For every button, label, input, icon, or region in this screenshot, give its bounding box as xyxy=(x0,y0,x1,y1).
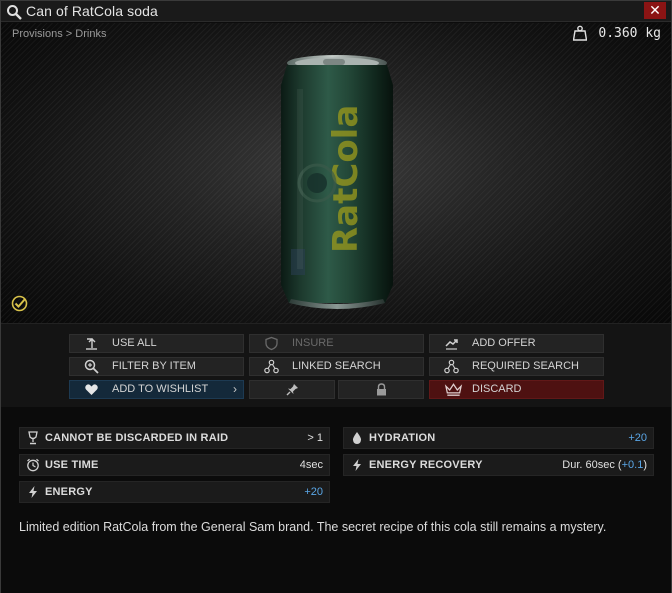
stat-label: ENERGY RECOVERY xyxy=(369,459,483,471)
insure-label: INSURE xyxy=(292,337,334,349)
stat-hydration: HYDRATION +20 xyxy=(343,427,654,449)
stat-value-accent: +0.1 xyxy=(621,459,644,471)
add-offer-label: ADD OFFER xyxy=(472,337,536,349)
chevron-right-icon: › xyxy=(233,382,237,396)
soda-can-image: RatCola xyxy=(281,55,393,309)
close-button[interactable]: ✕ xyxy=(644,2,666,19)
stat-cannot-discard: CANNOT BE DISCARDED IN RAID > 1 xyxy=(19,427,330,449)
pin-button[interactable] xyxy=(249,380,335,399)
stat-value: +20 xyxy=(304,486,323,498)
discard-label: DISCARD xyxy=(472,383,522,395)
use-all-button[interactable]: USE ALL xyxy=(69,334,244,353)
discard-button[interactable]: DISCARD xyxy=(429,380,604,399)
checkmark-icon xyxy=(11,295,28,312)
stat-value-suffix: ) xyxy=(643,459,647,471)
bolt-icon xyxy=(353,459,361,471)
filter-by-item-button[interactable]: FILTER BY ITEM xyxy=(69,357,244,376)
weight-icon xyxy=(573,25,587,41)
stat-value: 4sec xyxy=(299,459,323,471)
lock-icon xyxy=(377,383,386,396)
window-title: Can of RatCola soda xyxy=(26,3,158,19)
clock-icon xyxy=(27,458,39,472)
item-inspect-window: Can of RatCola soda ✕ Provisions > Drink… xyxy=(0,0,672,593)
item-preview[interactable]: Provisions > Drinks 0.360 kg RatCola xyxy=(1,23,671,323)
handshake-icon xyxy=(445,339,458,350)
drop-icon xyxy=(352,432,362,444)
stat-label: USE TIME xyxy=(45,459,99,471)
stat-value-prefix: Dur. 60sec ( xyxy=(562,459,622,471)
stat-label: ENERGY xyxy=(45,486,93,498)
stat-value: > 1 xyxy=(307,432,323,444)
stat-label: CANNOT BE DISCARDED IN RAID xyxy=(45,432,229,444)
stat-label: HYDRATION xyxy=(369,432,436,444)
required-search-label: REQUIRED SEARCH xyxy=(472,360,579,372)
item-weight: 0.360 kg xyxy=(598,26,661,41)
close-icon: ✕ xyxy=(649,2,661,18)
stat-energy-recovery: ENERGY RECOVERY Dur. 60sec (+0.1) xyxy=(343,454,654,476)
search-icon xyxy=(7,5,22,20)
use-all-label: USE ALL xyxy=(112,337,157,349)
breadcrumb[interactable]: Provisions > Drinks xyxy=(12,28,106,40)
filter-by-item-label: FILTER BY ITEM xyxy=(112,360,196,372)
linked-search-label: LINKED SEARCH xyxy=(292,360,381,372)
action-panel: USE ALL INSURE ADD OFFER FILTER BY ITEM … xyxy=(1,323,671,407)
item-stats-panel: CANNOT BE DISCARDED IN RAID > 1 HYDRATIO… xyxy=(1,407,671,593)
required-search-button[interactable]: REQUIRED SEARCH xyxy=(429,357,604,376)
title-bar[interactable]: Can of RatCola soda ✕ xyxy=(1,1,671,22)
add-offer-button[interactable]: ADD OFFER xyxy=(429,334,604,353)
insure-button[interactable]: INSURE xyxy=(249,334,424,353)
shield-icon xyxy=(265,336,278,351)
item-description: Limited edition RatCola from the General… xyxy=(19,520,607,534)
lock-button[interactable] xyxy=(338,380,424,399)
linked-search-button[interactable]: LINKED SEARCH xyxy=(249,357,424,376)
add-to-wishlist-label: ADD TO WISHLIST xyxy=(112,383,209,395)
nodes-icon xyxy=(264,359,279,374)
stat-value: Dur. 60sec (+0.1) xyxy=(562,459,647,471)
crown-icon xyxy=(444,383,463,396)
use-icon xyxy=(86,338,97,350)
add-to-wishlist-button[interactable]: ADD TO WISHLIST › xyxy=(69,380,244,399)
magnifier-plus-icon xyxy=(84,359,99,374)
bolt-icon xyxy=(29,486,37,498)
svg-text:RatCola: RatCola xyxy=(326,105,366,253)
stat-energy: ENERGY +20 xyxy=(19,481,330,503)
heart-icon xyxy=(85,384,98,395)
trophy-icon xyxy=(28,431,38,445)
nodes-icon xyxy=(444,359,459,374)
stat-value: +20 xyxy=(628,432,647,444)
pin-icon xyxy=(286,384,298,396)
stat-use-time: USE TIME 4sec xyxy=(19,454,330,476)
